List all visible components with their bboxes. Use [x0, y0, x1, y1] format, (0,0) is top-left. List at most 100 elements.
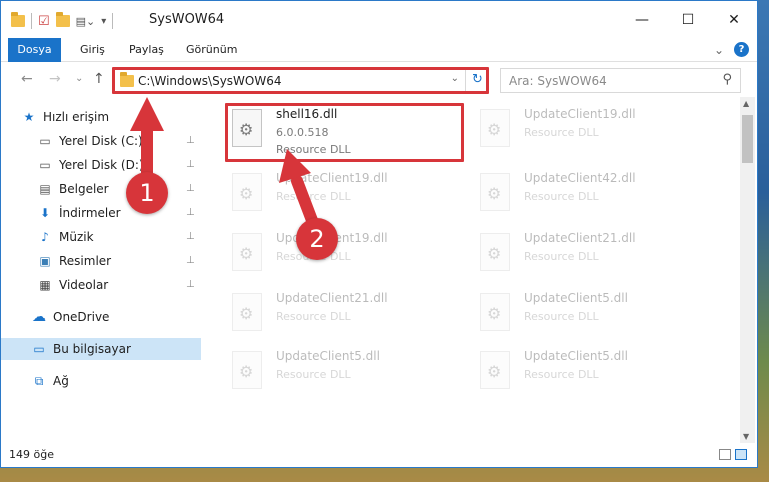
sidebar-item-label: İndirmeler — [59, 206, 121, 220]
file-item[interactable]: UpdateClient19.dll Resource DLL — [476, 105, 706, 161]
sidebar-item-music[interactable]: ♪ Müzik — [37, 226, 201, 248]
file-name: UpdateClient19.dll — [524, 107, 636, 121]
file-description: Resource DLL — [524, 126, 599, 139]
sidebar-item-label: Hızlı erişim — [43, 110, 110, 124]
file-item[interactable]: UpdateClient21.dll Resource DLL — [476, 229, 706, 285]
tab-home[interactable]: Giriş — [80, 38, 105, 62]
sidebar-item-label: Bu bilgisayar — [53, 342, 131, 356]
search-input[interactable]: Ara: SysWOW64 — [509, 74, 607, 88]
video-icon: ▦ — [39, 278, 51, 292]
star-icon: ★ — [23, 110, 35, 124]
file-description: Resource DLL — [276, 190, 351, 203]
file-name: UpdateClient19.dll — [276, 171, 388, 185]
sidebar-item-videos[interactable]: ▦ Videolar — [37, 274, 201, 296]
dll-file-icon — [480, 351, 510, 389]
file-item[interactable]: UpdateClient42.dll Resource DLL — [476, 169, 706, 225]
sidebar-item-label: Resimler — [59, 254, 112, 268]
sidebar-item-label: Ağ — [53, 374, 69, 388]
scroll-down-icon[interactable]: ▼ — [743, 432, 749, 441]
music-icon: ♪ — [41, 230, 49, 244]
pin-icon: ⊥ — [186, 207, 195, 218]
pin-icon: ⊥ — [186, 159, 195, 170]
recent-locations-button[interactable]: ⌄ — [75, 73, 83, 84]
dll-file-icon — [480, 293, 510, 331]
tab-share[interactable]: Paylaş — [129, 38, 164, 62]
folder-icon — [11, 12, 25, 27]
file-item[interactable]: UpdateClient19.dll Resource DLL — [228, 169, 458, 225]
sidebar-item-label: Yerel Disk (C:) — [59, 134, 143, 148]
explorer-window: ☑ ▤⌄ ▾ SysWOW64 — ☐ ✕ Dosya Giriş Paylaş… — [0, 0, 758, 468]
file-description: Resource DLL — [524, 310, 599, 323]
drive-icon: ▭ — [39, 134, 51, 148]
sidebar-item-network[interactable]: ⧉ Ağ — [31, 370, 201, 392]
file-description: Resource DLL — [276, 310, 351, 323]
sidebar-item-quick-access[interactable]: ★ Hızlı erişim — [21, 106, 201, 128]
toolbar-dropdown-icon[interactable]: ▾ — [101, 16, 106, 27]
sidebar-item-documents[interactable]: ▤ Belgeler — [37, 178, 201, 200]
details-view-icon[interactable] — [719, 449, 731, 460]
sidebar-item-label: Yerel Disk (D:) — [59, 158, 144, 172]
properties-icon[interactable]: ☑ — [38, 14, 50, 29]
file-item[interactable]: UpdateClient5.dll Resource DLL — [228, 347, 458, 403]
status-bar: 149 öğe — [1, 444, 757, 468]
drive-icon: ▭ — [39, 158, 51, 172]
expand-ribbon-icon[interactable]: ⌄ — [714, 43, 724, 57]
window-title: SysWOW64 — [149, 12, 225, 27]
file-item[interactable]: UpdateClient5.dll Resource DLL — [476, 347, 706, 403]
sidebar-item-label: OneDrive — [53, 310, 110, 324]
file-description: Resource DLL — [276, 368, 351, 381]
network-icon: ⧉ — [34, 373, 44, 388]
step-1-badge: 1 — [126, 172, 168, 214]
dll-file-icon — [232, 351, 262, 389]
ribbon-tabs: Dosya Giriş Paylaş Görünüm ⌄ ? — [1, 38, 757, 62]
minimize-button[interactable]: — — [619, 1, 665, 38]
sidebar-item-pictures[interactable]: ▣ Resimler — [37, 250, 201, 272]
tab-file[interactable]: Dosya — [8, 38, 61, 62]
sidebar-item-disk-c[interactable]: ▭ Yerel Disk (C:) — [37, 130, 201, 152]
tab-view[interactable]: Görünüm — [186, 38, 237, 62]
quick-access-toolbar: ☑ ▤⌄ ▾ — [11, 12, 114, 29]
computer-icon: ▭ — [33, 342, 45, 356]
customize-toolbar-icon[interactable]: ▤⌄ — [76, 15, 96, 28]
dll-file-icon — [480, 233, 510, 271]
file-name: UpdateClient21.dll — [524, 231, 636, 245]
sidebar-item-this-pc[interactable]: ▭ Bu bilgisayar — [1, 338, 201, 360]
address-highlight — [112, 67, 489, 94]
sidebar-item-downloads[interactable]: ⬇ İndirmeler — [37, 202, 201, 224]
tiles-view-icon[interactable] — [735, 449, 747, 460]
maximize-button[interactable]: ☐ — [665, 1, 711, 38]
vertical-scrollbar[interactable]: ▲ ▼ — [740, 97, 755, 443]
pin-icon: ⊥ — [186, 135, 195, 146]
sidebar-item-onedrive[interactable]: ☁ OneDrive — [31, 306, 201, 328]
navigation-pane: ★ Hızlı erişim ▭ Yerel Disk (C:) ⊥ ▭ Yer… — [1, 101, 206, 441]
file-highlight — [225, 103, 464, 162]
pin-icon: ⊥ — [186, 255, 195, 266]
dll-file-icon — [232, 293, 262, 331]
forward-button[interactable]: → — [49, 71, 61, 87]
file-name: UpdateClient21.dll — [276, 291, 388, 305]
sidebar-item-disk-d[interactable]: ▭ Yerel Disk (D:) — [37, 154, 201, 176]
file-item[interactable]: UpdateClient21.dll Resource DLL — [228, 289, 458, 345]
file-name: UpdateClient5.dll — [524, 291, 628, 305]
sidebar-item-label: Belgeler — [59, 182, 109, 196]
new-folder-icon[interactable] — [55, 12, 70, 27]
search-icon[interactable]: ⚲ — [722, 72, 732, 87]
file-item[interactable]: UpdateClient5.dll Resource DLL — [476, 289, 706, 345]
back-button[interactable]: ← — [21, 71, 33, 87]
file-description: Resource DLL — [524, 368, 599, 381]
dll-file-icon — [480, 109, 510, 147]
close-button[interactable]: ✕ — [711, 1, 757, 38]
help-icon[interactable]: ? — [734, 42, 749, 57]
search-box[interactable]: Ara: SysWOW64 ⚲ — [500, 68, 741, 93]
file-description: Resource DLL — [524, 190, 599, 203]
file-item[interactable]: UpdateClient19.dll Resource DLL — [228, 229, 458, 285]
sidebar-item-label: Videolar — [59, 278, 109, 292]
pin-icon: ⊥ — [186, 183, 195, 194]
scroll-up-icon[interactable]: ▲ — [743, 99, 749, 108]
download-icon: ⬇ — [39, 206, 51, 220]
file-name: UpdateClient5.dll — [276, 349, 380, 363]
scroll-thumb[interactable] — [742, 115, 753, 163]
dll-file-icon — [480, 173, 510, 211]
up-button[interactable]: ↑ — [93, 71, 105, 87]
file-description: Resource DLL — [524, 250, 599, 263]
